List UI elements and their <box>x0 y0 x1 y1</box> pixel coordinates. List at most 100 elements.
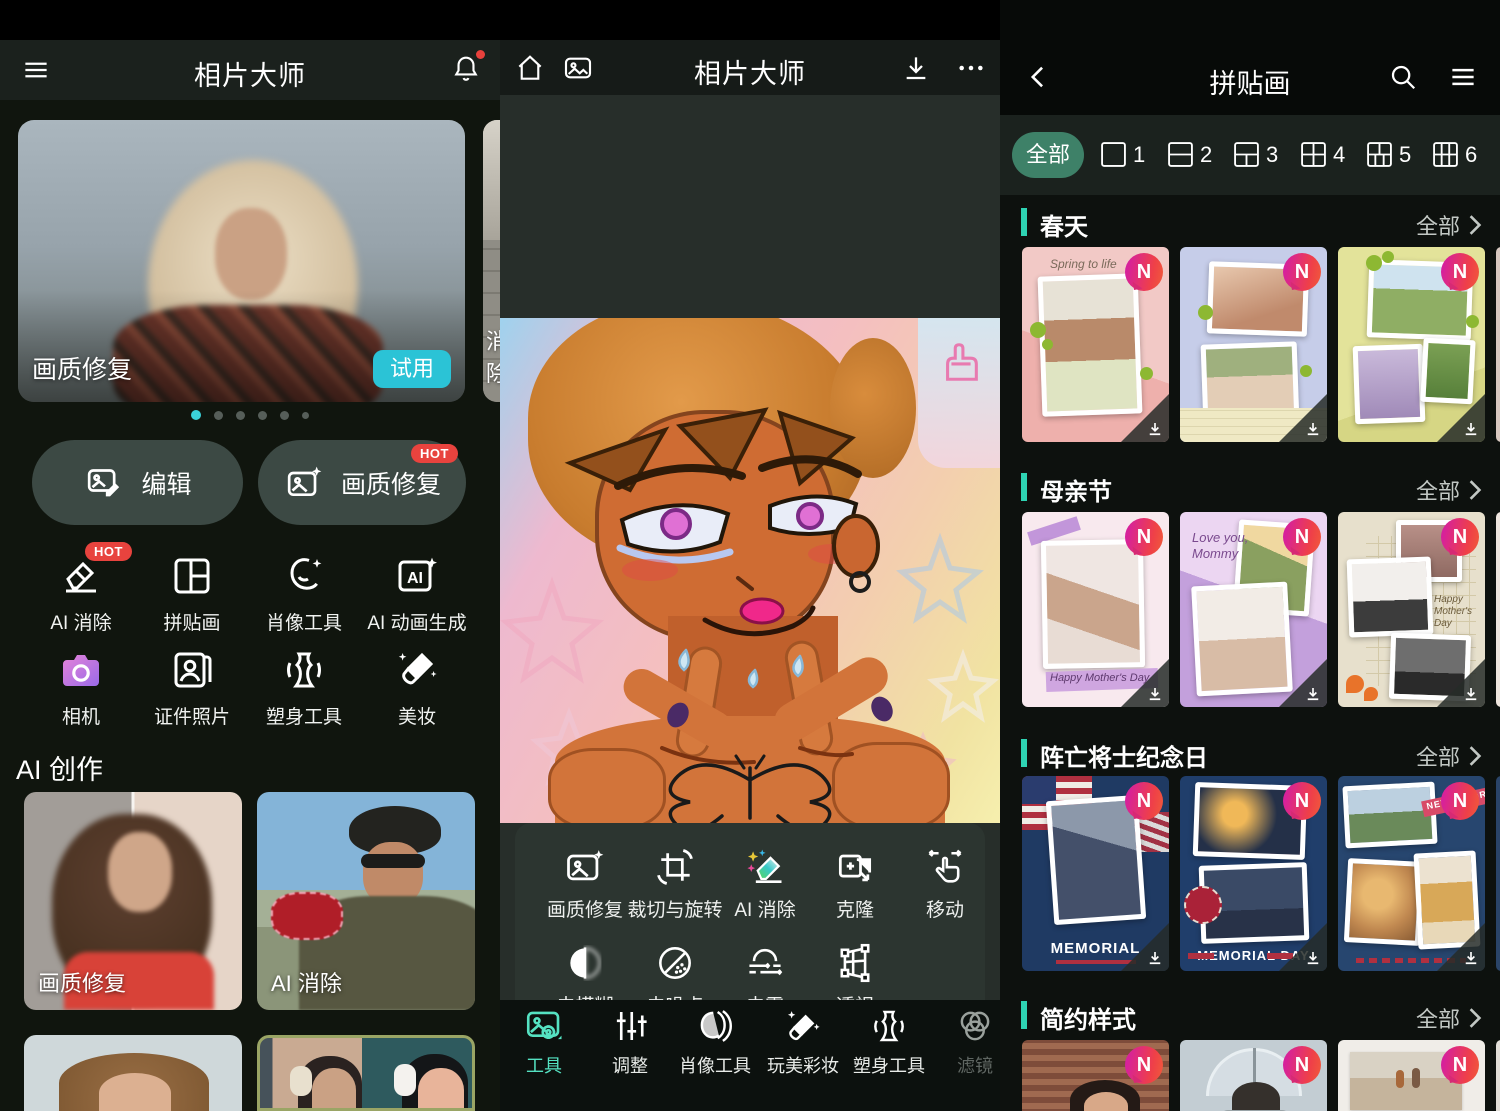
template-card[interactable]: N <box>1338 1040 1485 1111</box>
section-accent-bar <box>1021 208 1027 236</box>
new-badge: N <box>1125 518 1163 556</box>
filters-icon <box>932 1005 1000 1047</box>
see-all-link[interactable]: 全部 <box>1416 1002 1482 1034</box>
chevron-right-icon <box>1468 214 1482 236</box>
ai-card-partial-selected[interactable] <box>257 1035 475 1111</box>
carousel-dots[interactable] <box>0 410 500 420</box>
tool-label: AI 动画生成 <box>347 608 487 635</box>
edit-button-label: 编辑 <box>141 465 191 501</box>
bell-icon[interactable] <box>450 52 482 86</box>
see-all-label: 全部 <box>1416 474 1460 506</box>
carousel-dot[interactable] <box>214 411 223 420</box>
template-card[interactable]: N <box>1022 1040 1169 1111</box>
makeup-icon <box>347 646 487 694</box>
hero-next-card[interactable]: 消除 <box>483 120 500 402</box>
new-badge: N <box>1283 1046 1321 1084</box>
card-caption: Happy Mother's Day <box>1434 594 1478 630</box>
carousel-dot[interactable] <box>280 411 289 420</box>
try-button[interactable]: 试用 <box>373 350 451 388</box>
see-all-link[interactable]: 全部 <box>1416 474 1482 506</box>
chip-3[interactable]: 3 <box>1233 141 1278 168</box>
template-card-partial[interactable] <box>1496 512 1500 707</box>
edited-image[interactable] <box>500 318 1000 823</box>
template-card-partial[interactable] <box>1496 1040 1500 1111</box>
new-badge: N <box>1441 253 1479 291</box>
new-badge: N <box>1441 518 1479 556</box>
template-card[interactable]: NEVER FORGET N <box>1338 776 1485 971</box>
new-badge: N <box>1441 782 1479 820</box>
see-all-link[interactable]: 全部 <box>1416 209 1482 241</box>
more-icon[interactable] <box>955 52 987 84</box>
carousel-dot[interactable] <box>258 411 267 420</box>
template-card-partial[interactable] <box>1496 776 1500 971</box>
template-card[interactable]: MEMORIAL N <box>1022 776 1169 971</box>
carousel-dot[interactable] <box>236 411 245 420</box>
ai-card-ai-erase[interactable]: AI 消除 <box>257 792 475 1010</box>
ai-card-label: AI 消除 <box>271 966 342 998</box>
status-bar <box>0 0 500 40</box>
template-card[interactable]: Happy Mother's Day N <box>1338 512 1485 707</box>
chip-1[interactable]: 1 <box>1100 141 1145 168</box>
carousel-dot[interactable] <box>191 410 201 420</box>
see-all-label: 全部 <box>1416 1002 1460 1034</box>
tool-label: 美妆 <box>347 702 487 729</box>
quality-repair-button[interactable]: 画质修复 HOT <box>258 440 466 525</box>
chip-4[interactable]: 4 <box>1300 141 1345 168</box>
download-icon <box>1462 685 1480 703</box>
download-icon <box>1146 949 1164 967</box>
erase-mark <box>271 892 343 940</box>
collage-screen: 拼贴画 全部 1 2 3 4 <box>1000 0 1500 1111</box>
template-card[interactable]: Happy Mother's Day N <box>1022 512 1169 707</box>
download-icon[interactable] <box>900 52 932 84</box>
tab-adjust[interactable]: 调整 <box>587 1005 673 1078</box>
hero-banner[interactable]: 画质修复 试用 <box>18 120 465 402</box>
tab-portrait-tools[interactable]: 肖像工具 <box>672 1005 758 1078</box>
chip-label: 5 <box>1399 142 1411 168</box>
chip-all[interactable]: 全部 <box>1012 132 1084 178</box>
chip-6[interactable]: 6 <box>1432 141 1477 168</box>
tools-icon <box>501 1005 587 1047</box>
see-all-link[interactable]: 全部 <box>1416 740 1482 772</box>
template-card[interactable]: MEMORIAL DAY N <box>1180 776 1327 971</box>
ai-card-quality-repair[interactable]: 画质修复 <box>24 792 242 1010</box>
tool-label: 移动 <box>890 895 1000 922</box>
search-icon[interactable] <box>1388 62 1418 92</box>
hero-next-art <box>483 120 500 240</box>
tab-makeup[interactable]: 玩美彩妆 <box>760 1005 846 1078</box>
edit-button[interactable]: 编辑 <box>32 440 243 525</box>
tool-move[interactable]: 移动 <box>890 845 1000 922</box>
template-card[interactable]: N <box>1180 247 1327 442</box>
section-header-simple-styles: 简约样式 全部 <box>1000 998 1500 1034</box>
tool-ai-animation[interactable]: AI AI 动画生成 <box>347 552 487 635</box>
template-card[interactable]: Spring to life N <box>1022 247 1169 442</box>
template-card[interactable]: N <box>1338 247 1485 442</box>
photo-slot <box>1347 557 1434 638</box>
download-icon <box>1146 420 1164 438</box>
tool-makeup[interactable]: 美妆 <box>347 646 487 729</box>
chip-5[interactable]: 5 <box>1366 141 1411 168</box>
move-hand-icon <box>890 845 1000 889</box>
card-art <box>361 854 425 868</box>
section-header-mothers-day: 母亲节 全部 <box>1000 470 1500 506</box>
hot-badge: HOT <box>411 444 458 463</box>
svg-text:AI: AI <box>407 570 423 587</box>
chip-2[interactable]: 2 <box>1167 141 1212 168</box>
template-card-partial[interactable] <box>1496 247 1500 442</box>
menu-icon[interactable] <box>1448 62 1478 92</box>
editor-canvas[interactable]: 画质修复 裁切与旋转 AI 消除 <box>500 95 1000 1040</box>
app-screenshot: 相片大师 画质修复 试用 消除 <box>0 0 1500 1111</box>
section-accent-bar <box>1021 1001 1027 1029</box>
tab-label: 滤镜 <box>932 1052 1000 1078</box>
makeup-icon <box>760 1005 846 1047</box>
tab-tools[interactable]: 工具 <box>501 1005 587 1078</box>
chip-label: 2 <box>1200 142 1212 168</box>
carousel-dot[interactable] <box>302 412 309 419</box>
tab-body-shape[interactable]: 塑身工具 <box>846 1005 932 1078</box>
enhance-icon <box>283 463 327 503</box>
template-card[interactable]: N <box>1180 1040 1327 1111</box>
template-card[interactable]: Love you, Mommy N <box>1180 512 1327 707</box>
new-badge: N <box>1283 253 1321 291</box>
ai-card-partial[interactable] <box>24 1035 242 1111</box>
tab-filters[interactable]: 滤镜 <box>932 1005 1000 1078</box>
new-badge: N <box>1441 1046 1479 1084</box>
